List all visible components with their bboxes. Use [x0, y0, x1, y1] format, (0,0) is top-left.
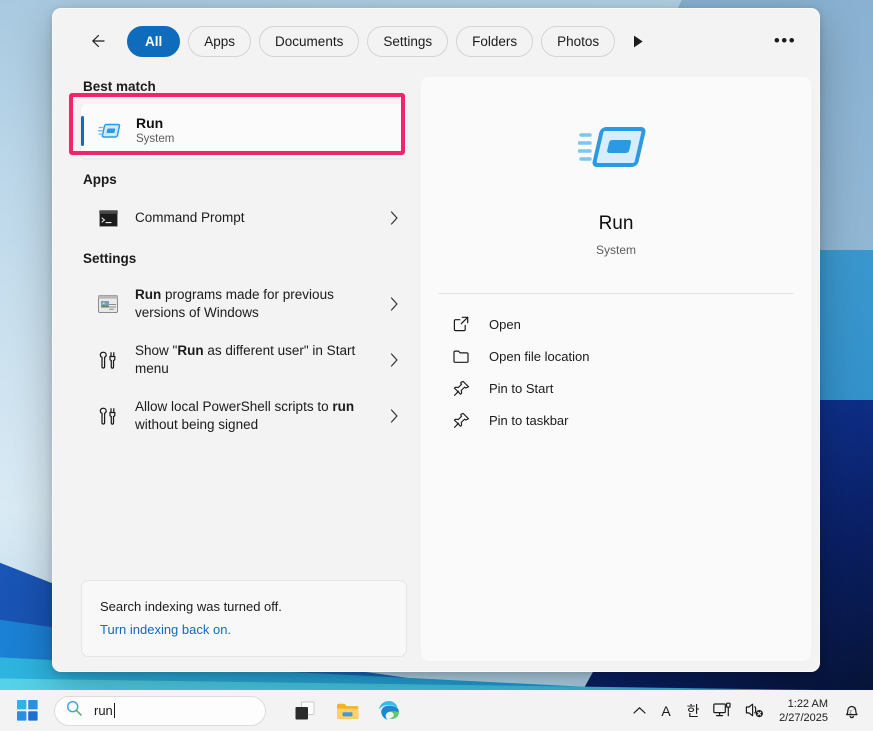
- best-match-run-item[interactable]: Run System: [81, 104, 407, 158]
- task-view-icon[interactable]: [286, 693, 324, 729]
- result-label: Command Prompt: [135, 210, 245, 225]
- tab-folders[interactable]: Folders: [456, 25, 534, 57]
- search-indexing-notice: Search indexing was turned off. Turn ind…: [81, 580, 407, 657]
- search-query-value: run: [94, 703, 113, 718]
- tab-settings[interactable]: Settings: [367, 25, 449, 57]
- result-row-command-prompt[interactable]: Command Prompt: [81, 197, 407, 239]
- best-match-subtitle: System: [136, 133, 175, 145]
- search-icon: [66, 700, 82, 721]
- folder-icon: [450, 349, 472, 364]
- search-filter-tabbar: All Apps Documents Settings Folders Phot…: [53, 9, 819, 73]
- settings-heading: Settings: [83, 251, 137, 266]
- start-button[interactable]: [8, 693, 46, 729]
- action-label: Pin to taskbar: [489, 412, 569, 428]
- result-label: Show "Run as different user" in Start me…: [135, 342, 381, 378]
- result-row-run-programs-compatibility[interactable]: Run programs made for previous versions …: [81, 276, 407, 332]
- tab-apps[interactable]: Apps: [188, 25, 252, 57]
- chevron-right-icon[interactable]: [381, 297, 407, 311]
- results-left-column: Best match Run System Apps Command Promp…: [53, 73, 411, 671]
- chevron-right-icon[interactable]: [381, 353, 407, 367]
- text-caret: [113, 703, 115, 718]
- action-pin-to-start[interactable]: Pin to Start: [438, 372, 794, 404]
- chevron-right-icon[interactable]: [381, 409, 407, 423]
- best-match-heading: Best match: [83, 79, 156, 94]
- best-match-title: Run: [136, 115, 164, 131]
- indexing-notice-text: Search indexing was turned off.: [100, 599, 282, 614]
- search-input-text: run: [94, 703, 115, 718]
- back-arrow-icon[interactable]: [81, 25, 113, 57]
- preview-divider: [438, 293, 794, 294]
- label-prefix: Show ": [135, 343, 178, 358]
- result-label: Allow local PowerShell scripts to run wi…: [135, 398, 381, 434]
- action-open[interactable]: Open: [438, 308, 794, 340]
- result-label: Run programs made for previous versions …: [135, 286, 381, 322]
- ime-mode-indicator[interactable]: A: [653, 694, 679, 728]
- clock-time: 1:22 AM: [787, 697, 828, 710]
- label-rest: without being signed: [135, 417, 259, 432]
- play-triangle-icon[interactable]: [625, 27, 651, 55]
- svg-text:z: z: [849, 709, 852, 715]
- search-flyout: All Apps Documents Settings Folders Phot…: [52, 8, 820, 672]
- command-prompt-icon: [95, 209, 121, 227]
- speaker-muted-icon[interactable]: [739, 694, 770, 728]
- tools-icon: [95, 350, 121, 370]
- action-pin-to-taskbar[interactable]: Pin to taskbar: [438, 404, 794, 436]
- microsoft-edge-icon[interactable]: [370, 693, 408, 729]
- preview-app-title: Run: [598, 213, 634, 234]
- ime-language-indicator[interactable]: 한: [680, 694, 706, 728]
- preview-app-subtitle: System: [595, 243, 636, 257]
- action-label: Open file location: [489, 348, 590, 364]
- selection-accent-bar: [81, 116, 84, 146]
- tab-all[interactable]: All: [127, 25, 181, 57]
- label-prefix: Allow local PowerShell scripts to: [135, 399, 333, 414]
- match-bold: run: [332, 399, 355, 414]
- label-rest: programs made for previous versions of W…: [135, 287, 334, 320]
- best-match-wrapper: Run System: [69, 93, 411, 158]
- preview-actions-list: Open Open file location Pin to Start Pin…: [438, 308, 794, 436]
- action-label: Pin to Start: [489, 380, 554, 396]
- clock-and-date[interactable]: 1:22 AM 2/27/2025: [771, 694, 836, 728]
- taskbar-left-group: run: [0, 693, 408, 729]
- preview-panel: Run System Open Open file location Pin t…: [421, 77, 811, 661]
- pin-icon: [450, 412, 472, 429]
- turn-indexing-back-on-link[interactable]: Turn indexing back on.: [100, 619, 231, 640]
- search-results-body: Best match Run System Apps Command Promp…: [53, 73, 819, 671]
- system-tray: A 한 1:22 AM 2/27/2025 z z: [626, 694, 873, 728]
- taskbar-search-input[interactable]: run: [54, 695, 266, 726]
- clock-date: 2/27/2025: [779, 711, 828, 724]
- run-dialog-icon: [570, 115, 662, 185]
- tab-documents[interactable]: Documents: [259, 25, 360, 57]
- match-bold: Run: [135, 287, 162, 302]
- bell-dnd-icon[interactable]: z z: [837, 694, 867, 728]
- tab-photos[interactable]: Photos: [541, 25, 616, 57]
- taskbar-app-buttons: [286, 693, 408, 729]
- program-compatibility-icon: [95, 295, 121, 313]
- result-row-allow-powershell-scripts[interactable]: Allow local PowerShell scripts to run wi…: [81, 388, 407, 444]
- chevron-right-icon[interactable]: [381, 211, 407, 225]
- display-projection-icon[interactable]: [707, 694, 738, 728]
- pin-icon: [450, 380, 472, 397]
- result-row-show-run-as-different-user[interactable]: Show "Run as different user" in Start me…: [81, 332, 407, 388]
- results-scroll-area[interactable]: Best match Run System Apps Command Promp…: [69, 73, 411, 580]
- overflow-menu-button[interactable]: •••: [769, 26, 801, 56]
- action-label: Open: [489, 316, 521, 332]
- match-bold: Run: [177, 343, 204, 358]
- action-open-file-location[interactable]: Open file location: [438, 340, 794, 372]
- file-explorer-icon[interactable]: [328, 693, 366, 729]
- chevron-up-icon[interactable]: [626, 694, 652, 728]
- run-dialog-icon: [95, 121, 125, 141]
- open-external-icon: [450, 316, 472, 332]
- tools-icon: [95, 406, 121, 426]
- apps-heading: Apps: [83, 172, 117, 187]
- taskbar: run A 한 1:22 AM 2/27/2025 z z: [0, 690, 873, 731]
- best-match-text: Run System: [136, 115, 174, 147]
